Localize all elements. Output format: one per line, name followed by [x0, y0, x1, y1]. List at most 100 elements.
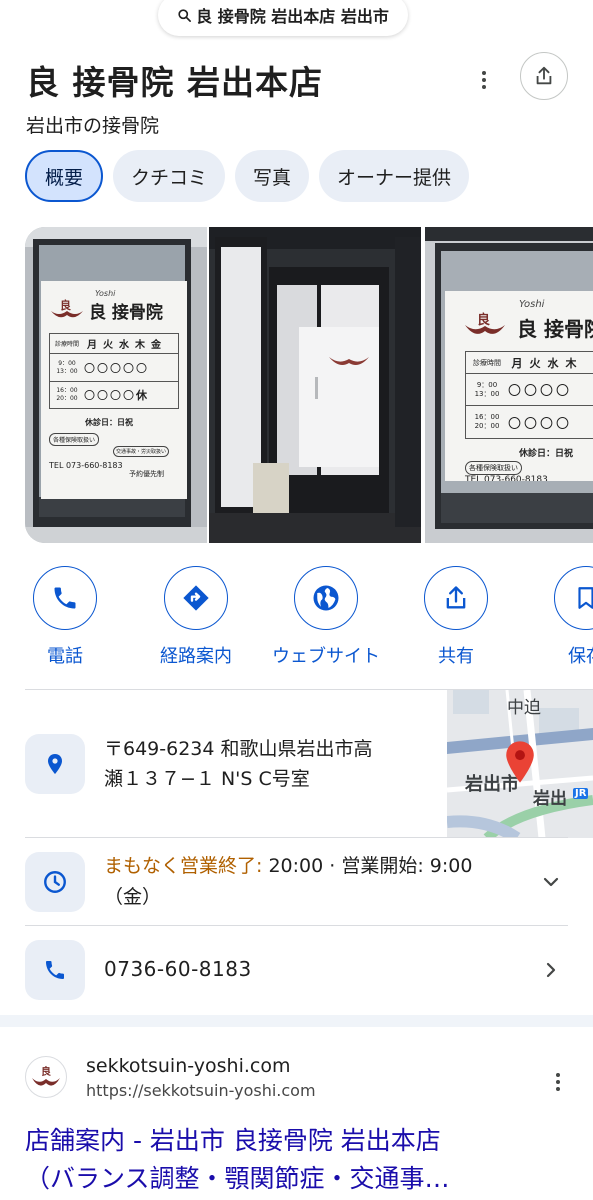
sign-logo-mark: 良 — [477, 313, 491, 328]
sign-hours-table: 診療時間 月 火 水 木 金 9：00 13：00 〇 〇 〇 〇 〇 16：0… — [49, 333, 179, 409]
sign-logo-mark: 良 — [60, 299, 71, 312]
phone-number[interactable]: 0736-60-8183 — [104, 957, 252, 981]
location-pin-icon — [48, 754, 62, 774]
share-button[interactable] — [520, 52, 568, 100]
result-url[interactable]: https://sekkotsuin-yoshi.com — [86, 1081, 316, 1100]
hours-text[interactable]: まもなく営業終了: 20:00 · 営業開始: 9:00 （金） — [104, 851, 524, 913]
phone-icon — [46, 961, 64, 979]
sign-day: 水 — [547, 356, 559, 370]
search-query-text: 良 接骨院 岩出本店 岩出市 — [196, 7, 389, 26]
sign-logo: 良 — [49, 297, 85, 321]
share-action-button[interactable]: 共有 — [386, 566, 526, 668]
sign-day: 火 — [103, 340, 113, 351]
address-line-1: 〒649-6234 和歌山県岩出市高 — [104, 738, 373, 760]
sign-logo: 良 — [463, 309, 507, 339]
sign-closed-days: 休診日：日祝 — [85, 418, 133, 427]
favicon-mark: 良 — [41, 1067, 51, 1078]
sign-open-mark: 〇 — [524, 416, 541, 432]
sign-morning-to: 13：00 — [474, 389, 500, 398]
place-title: 良 接骨院 岩出本店 — [26, 63, 323, 102]
sign-hours-table: 診療時間 月 火 水 木 9：00 13：00 〇 〇 〇 〇 16：00 20… — [465, 351, 593, 439]
sign-closed-days: 休診日：日祝 — [519, 449, 574, 459]
sign-morning-from: 9：00 — [476, 380, 498, 389]
sign-reservation: 予約優先制 — [129, 470, 164, 478]
sign-day: 木 — [135, 340, 145, 351]
section-separator — [0, 1015, 593, 1027]
sign-day: 月 — [87, 340, 97, 351]
rail-badge: JR — [573, 788, 589, 799]
call-action-circle[interactable] — [33, 566, 97, 630]
sign-day: 金 — [151, 340, 161, 351]
sign-open-mark: 〇 — [136, 361, 149, 375]
directions-action-button[interactable]: 経路案内 — [126, 566, 266, 668]
result-title-line-2: （バランス調整・顎関節症・交通事… — [25, 1164, 450, 1193]
sign-clinic-name: 良 接骨院 — [89, 303, 163, 323]
action-row: 電話 経路案内 ウェブサイト 共有 保存 — [0, 566, 593, 676]
directions-action-circle[interactable] — [164, 566, 228, 630]
map-thumbnail[interactable]: 中迫 岩出市 岩出 JR — [447, 690, 593, 838]
divider — [25, 925, 568, 926]
result-title-line-1: 店舗案内 - 岩出市 良接骨院 岩出本店 — [25, 1126, 441, 1155]
result-title-link[interactable]: 店舗案内 - 岩出市 良接骨院 岩出本店 （バランス調整・顎関節症・交通事… — [25, 1122, 585, 1198]
result-site-name[interactable]: sekkotsuin-yoshi.com — [86, 1055, 290, 1077]
tab-photos[interactable]: 写真 — [235, 150, 310, 202]
photo-carousel[interactable]: Yoshi 良 良 接骨院 診療時間 月 火 水 木 金 9：00 13：00 … — [25, 227, 593, 543]
search-query-pill[interactable]: 良 接骨院 岩出本店 岩出市 — [158, 0, 408, 36]
share-action-circle[interactable] — [424, 566, 488, 630]
sign-open-mark: 〇 — [84, 389, 97, 402]
sign-tag-insurance: 各種保険取扱い — [49, 433, 100, 446]
website-action-button[interactable]: ウェブサイト — [256, 566, 396, 668]
phone-icon — [54, 587, 76, 609]
address-icon-tile — [25, 734, 85, 794]
chevron-down-icon[interactable] — [539, 870, 563, 894]
sign-day: 水 — [119, 340, 129, 351]
hours-times: 20:00 · 営業開始: 9:00 — [262, 855, 473, 877]
chevron-right-icon[interactable] — [539, 958, 563, 982]
call-action-button[interactable]: 電話 — [0, 566, 135, 668]
storefront-photo-1[interactable]: Yoshi 良 良 接骨院 診療時間 月 火 水 木 金 9：00 13：00 … — [25, 227, 207, 543]
website-action-label: ウェブサイト — [272, 646, 380, 667]
sign-open-mark: 〇 — [540, 384, 557, 399]
sign-open-mark: 〇 — [540, 416, 557, 432]
sign-day: 木 — [565, 356, 577, 370]
storefront-photo-2[interactable] — [209, 227, 421, 543]
call-action-label: 電話 — [47, 646, 83, 667]
save-action-circle[interactable] — [554, 566, 593, 630]
sign-open-mark: 〇 — [556, 416, 573, 432]
tab-reviews[interactable]: クチコミ — [113, 150, 226, 202]
clock-icon — [44, 871, 66, 893]
sign-brand: Yoshi — [519, 299, 545, 310]
bookmark-icon — [578, 587, 593, 609]
website-action-circle[interactable] — [294, 566, 358, 630]
sign-afternoon-from: 16：00 — [474, 413, 500, 421]
phone-icon-tile — [25, 940, 85, 1000]
directions-icon — [183, 585, 209, 611]
share-icon — [536, 66, 552, 85]
sign-open-mark: 〇 — [110, 389, 123, 402]
map-label-iwade-station: 岩出 — [533, 789, 567, 809]
share-icon — [446, 586, 466, 609]
result-more-options-icon[interactable] — [548, 1070, 568, 1094]
sign-open-mark: 〇 — [524, 384, 541, 399]
sign-afternoon-to: 20：00 — [474, 422, 500, 430]
tab-owner-provided[interactable]: オーナー提供 — [319, 150, 470, 202]
save-action-button[interactable]: 保存 — [516, 566, 593, 668]
share-action-label: 共有 — [438, 646, 474, 667]
storefront-photo-3[interactable]: Yoshi 良 良 接骨院 診療時間 月 火 水 木 9：00 13：00 — [425, 227, 593, 543]
sign-open-mark: 〇 — [123, 389, 136, 402]
hours-icon-tile — [25, 852, 85, 912]
tab-overview[interactable]: 概要 — [25, 150, 104, 202]
sign-clinic-name: 良 接骨院 — [517, 317, 593, 341]
sign-open-mark: 〇 — [97, 361, 110, 375]
sign-hours-header: 診療時間 — [54, 341, 79, 348]
sign-tel: TEL 073-660-8183 — [49, 461, 123, 470]
sign-open-mark: 〇 — [556, 384, 573, 399]
sign-open-mark: 〇 — [110, 361, 123, 375]
address-text[interactable]: 〒649-6234 和歌山県岩出市高 瀬１３７−１ N'S C号室 — [104, 734, 434, 794]
sign-afternoon-from: 16：00 — [56, 387, 78, 394]
sign-morning-from: 9：00 — [58, 359, 76, 367]
sign-open-mark: 〇 — [508, 384, 525, 399]
sign-open-mark: 〇 — [84, 361, 97, 375]
more-options-icon[interactable] — [474, 66, 494, 94]
hours-day: （金） — [104, 886, 162, 908]
